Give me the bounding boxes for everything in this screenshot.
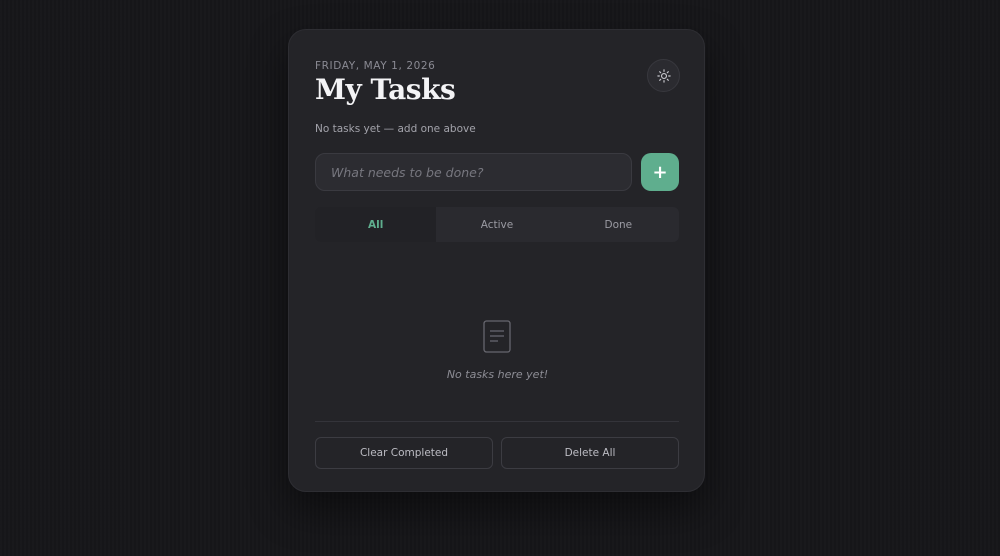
tab-active[interactable]: Active (436, 207, 557, 242)
filter-tabs: All Active Done (315, 207, 679, 242)
page-title: My Tasks (315, 73, 456, 106)
date-label: FRIDAY, MAY 1, 2026 (315, 60, 436, 72)
document-icon (483, 320, 511, 353)
clear-completed-button[interactable]: Clear Completed (315, 437, 493, 469)
theme-toggle-button[interactable] (647, 59, 680, 92)
tab-all[interactable]: All (315, 207, 437, 242)
task-summary: No tasks yet — add one above (315, 123, 476, 135)
footer-divider (315, 421, 679, 422)
tab-done[interactable]: Done (558, 207, 679, 242)
task-card: FRIDAY, MAY 1, 2026 My Tasks No tasks ye… (288, 29, 705, 492)
sun-icon (656, 68, 671, 83)
add-task-button[interactable]: + (641, 153, 679, 191)
delete-all-button[interactable]: Delete All (501, 437, 679, 469)
empty-state-text: No tasks here yet! (446, 368, 549, 381)
new-task-input[interactable] (315, 153, 632, 191)
